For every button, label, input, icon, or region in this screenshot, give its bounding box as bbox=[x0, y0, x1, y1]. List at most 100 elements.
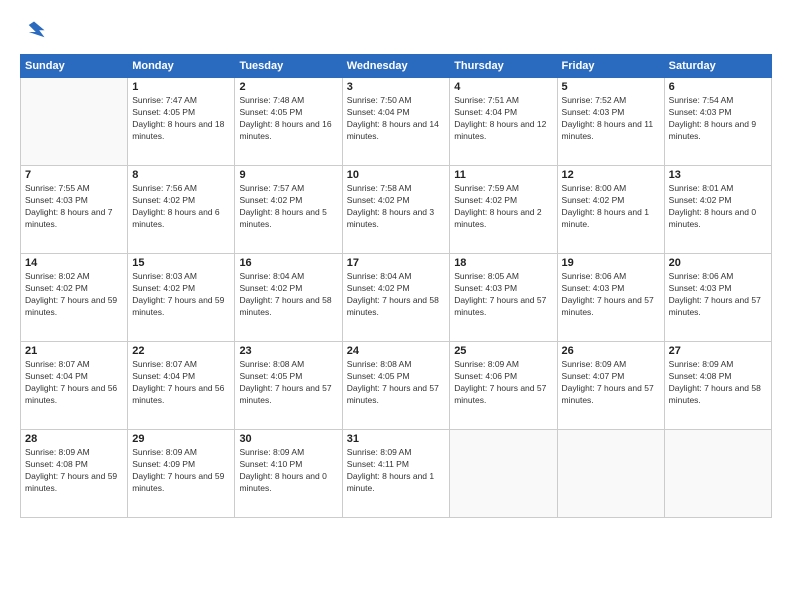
day-cell: 30 Sunrise: 8:09 AM Sunset: 4:10 PM Dayli… bbox=[235, 430, 342, 518]
day-cell: 28Sunrise: 8:09 AM Sunset: 4:08 PM Dayli… bbox=[21, 430, 128, 518]
day-info: Sunrise: 8:09 AM Sunset: 4:07 PM Dayligh… bbox=[562, 359, 660, 407]
day-cell: 27 Sunrise: 8:09 AM Sunset: 4:08 PM Dayli… bbox=[664, 342, 771, 430]
day-info: Sunrise: 7:54 AM Sunset: 4:03 PM Dayligh… bbox=[669, 95, 767, 143]
day-number: 11 bbox=[454, 169, 552, 181]
week-row-2: 7 Sunrise: 7:55 AM Sunset: 4:03 PM Daylig… bbox=[21, 166, 772, 254]
calendar-page: SundayMondayTuesdayWednesdayThursdayFrid… bbox=[0, 0, 792, 612]
day-number: 16 bbox=[239, 257, 337, 269]
day-info: Sunrise: 8:08 AM Sunset: 4:05 PM Dayligh… bbox=[239, 359, 337, 407]
day-cell: 9Sunrise: 7:57 AM Sunset: 4:02 PM Daylig… bbox=[235, 166, 342, 254]
day-number: 26 bbox=[562, 345, 660, 357]
day-number: 7 bbox=[25, 169, 123, 181]
day-number: 10 bbox=[347, 169, 445, 181]
day-cell bbox=[557, 430, 664, 518]
day-number: 3 bbox=[347, 81, 445, 93]
day-info: Sunrise: 8:00 AM Sunset: 4:02 PM Dayligh… bbox=[562, 183, 660, 231]
day-number: 27 bbox=[669, 345, 767, 357]
day-info: Sunrise: 8:09 AM Sunset: 4:11 PM Dayligh… bbox=[347, 447, 445, 495]
day-cell: 1Sunrise: 7:47 AM Sunset: 4:05 PM Daylig… bbox=[128, 78, 235, 166]
day-number: 9 bbox=[239, 169, 337, 181]
week-row-4: 21 Sunrise: 8:07 AM Sunset: 4:04 PM Dayli… bbox=[21, 342, 772, 430]
day-number: 21 bbox=[25, 345, 123, 357]
day-number: 5 bbox=[562, 81, 660, 93]
day-number: 29 bbox=[132, 433, 230, 445]
day-number: 23 bbox=[239, 345, 337, 357]
day-cell bbox=[450, 430, 557, 518]
day-info: Sunrise: 7:55 AM Sunset: 4:03 PM Dayligh… bbox=[25, 183, 123, 231]
day-cell: 5 Sunrise: 7:52 AM Sunset: 4:03 PM Daylig… bbox=[557, 78, 664, 166]
day-cell: 2Sunrise: 7:48 AM Sunset: 4:05 PM Daylig… bbox=[235, 78, 342, 166]
day-info: Sunrise: 8:05 AM Sunset: 4:03 PM Dayligh… bbox=[454, 271, 552, 319]
day-cell: 14Sunrise: 8:02 AM Sunset: 4:02 PM Dayli… bbox=[21, 254, 128, 342]
day-cell: 25Sunrise: 8:09 AM Sunset: 4:06 PM Dayli… bbox=[450, 342, 557, 430]
day-number: 6 bbox=[669, 81, 767, 93]
weekday-header-thursday: Thursday bbox=[450, 55, 557, 78]
day-info: Sunrise: 8:06 AM Sunset: 4:03 PM Dayligh… bbox=[669, 271, 767, 319]
weekday-header-friday: Friday bbox=[557, 55, 664, 78]
week-row-1: 1Sunrise: 7:47 AM Sunset: 4:05 PM Daylig… bbox=[21, 78, 772, 166]
day-number: 30 bbox=[239, 433, 337, 445]
day-number: 18 bbox=[454, 257, 552, 269]
day-number: 31 bbox=[347, 433, 445, 445]
day-cell: 17Sunrise: 8:04 AM Sunset: 4:02 PM Dayli… bbox=[342, 254, 449, 342]
day-cell: 15 Sunrise: 8:03 AM Sunset: 4:02 PM Dayli… bbox=[128, 254, 235, 342]
day-cell bbox=[664, 430, 771, 518]
day-info: Sunrise: 8:07 AM Sunset: 4:04 PM Dayligh… bbox=[132, 359, 230, 407]
day-number: 14 bbox=[25, 257, 123, 269]
day-info: Sunrise: 8:08 AM Sunset: 4:05 PM Dayligh… bbox=[347, 359, 445, 407]
day-cell: 21 Sunrise: 8:07 AM Sunset: 4:04 PM Dayli… bbox=[21, 342, 128, 430]
day-number: 20 bbox=[669, 257, 767, 269]
week-row-3: 14Sunrise: 8:02 AM Sunset: 4:02 PM Dayli… bbox=[21, 254, 772, 342]
day-info: Sunrise: 7:56 AM Sunset: 4:02 PM Dayligh… bbox=[132, 183, 230, 231]
weekday-header-row: SundayMondayTuesdayWednesdayThursdayFrid… bbox=[21, 55, 772, 78]
day-cell: 24Sunrise: 8:08 AM Sunset: 4:05 PM Dayli… bbox=[342, 342, 449, 430]
day-info: Sunrise: 8:03 AM Sunset: 4:02 PM Dayligh… bbox=[132, 271, 230, 319]
day-cell: 20 Sunrise: 8:06 AM Sunset: 4:03 PM Dayli… bbox=[664, 254, 771, 342]
day-info: Sunrise: 8:01 AM Sunset: 4:02 PM Dayligh… bbox=[669, 183, 767, 231]
day-cell: 10Sunrise: 7:58 AM Sunset: 4:02 PM Dayli… bbox=[342, 166, 449, 254]
day-info: Sunrise: 8:09 AM Sunset: 4:10 PM Dayligh… bbox=[239, 447, 337, 495]
day-cell: 29 Sunrise: 8:09 AM Sunset: 4:09 PM Dayli… bbox=[128, 430, 235, 518]
day-cell bbox=[21, 78, 128, 166]
day-info: Sunrise: 8:09 AM Sunset: 4:08 PM Dayligh… bbox=[669, 359, 767, 407]
day-cell: 3 Sunrise: 7:50 AM Sunset: 4:04 PM Daylig… bbox=[342, 78, 449, 166]
weekday-header-wednesday: Wednesday bbox=[342, 55, 449, 78]
day-info: Sunrise: 7:51 AM Sunset: 4:04 PM Dayligh… bbox=[454, 95, 552, 143]
day-cell: 19Sunrise: 8:06 AM Sunset: 4:03 PM Dayli… bbox=[557, 254, 664, 342]
weekday-header-sunday: Sunday bbox=[21, 55, 128, 78]
day-number: 1 bbox=[132, 81, 230, 93]
day-cell: 23 Sunrise: 8:08 AM Sunset: 4:05 PM Dayli… bbox=[235, 342, 342, 430]
day-number: 8 bbox=[132, 169, 230, 181]
logo-icon bbox=[20, 18, 48, 46]
weekday-header-tuesday: Tuesday bbox=[235, 55, 342, 78]
day-info: Sunrise: 7:50 AM Sunset: 4:04 PM Dayligh… bbox=[347, 95, 445, 143]
day-info: Sunrise: 7:52 AM Sunset: 4:03 PM Dayligh… bbox=[562, 95, 660, 143]
weekday-header-saturday: Saturday bbox=[664, 55, 771, 78]
day-cell: 31 Sunrise: 8:09 AM Sunset: 4:11 PM Dayli… bbox=[342, 430, 449, 518]
day-number: 4 bbox=[454, 81, 552, 93]
week-row-5: 28Sunrise: 8:09 AM Sunset: 4:08 PM Dayli… bbox=[21, 430, 772, 518]
day-cell: 18 Sunrise: 8:05 AM Sunset: 4:03 PM Dayli… bbox=[450, 254, 557, 342]
day-cell: 7 Sunrise: 7:55 AM Sunset: 4:03 PM Daylig… bbox=[21, 166, 128, 254]
day-cell: 4 Sunrise: 7:51 AM Sunset: 4:04 PM Daylig… bbox=[450, 78, 557, 166]
day-cell: 6 Sunrise: 7:54 AM Sunset: 4:03 PM Daylig… bbox=[664, 78, 771, 166]
day-number: 13 bbox=[669, 169, 767, 181]
day-info: Sunrise: 8:06 AM Sunset: 4:03 PM Dayligh… bbox=[562, 271, 660, 319]
header bbox=[20, 18, 772, 46]
day-info: Sunrise: 8:07 AM Sunset: 4:04 PM Dayligh… bbox=[25, 359, 123, 407]
day-cell: 26 Sunrise: 8:09 AM Sunset: 4:07 PM Dayli… bbox=[557, 342, 664, 430]
day-cell: 12 Sunrise: 8:00 AM Sunset: 4:02 PM Dayli… bbox=[557, 166, 664, 254]
day-info: Sunrise: 8:04 AM Sunset: 4:02 PM Dayligh… bbox=[239, 271, 337, 319]
day-number: 12 bbox=[562, 169, 660, 181]
day-number: 22 bbox=[132, 345, 230, 357]
day-cell: 11Sunrise: 7:59 AM Sunset: 4:02 PM Dayli… bbox=[450, 166, 557, 254]
weekday-header-monday: Monday bbox=[128, 55, 235, 78]
day-info: Sunrise: 8:09 AM Sunset: 4:08 PM Dayligh… bbox=[25, 447, 123, 495]
day-info: Sunrise: 8:09 AM Sunset: 4:09 PM Dayligh… bbox=[132, 447, 230, 495]
day-cell: 22 Sunrise: 8:07 AM Sunset: 4:04 PM Dayli… bbox=[128, 342, 235, 430]
calendar-table: SundayMondayTuesdayWednesdayThursdayFrid… bbox=[20, 54, 772, 518]
day-number: 15 bbox=[132, 257, 230, 269]
day-cell: 16 Sunrise: 8:04 AM Sunset: 4:02 PM Dayli… bbox=[235, 254, 342, 342]
day-number: 2 bbox=[239, 81, 337, 93]
day-info: Sunrise: 8:04 AM Sunset: 4:02 PM Dayligh… bbox=[347, 271, 445, 319]
